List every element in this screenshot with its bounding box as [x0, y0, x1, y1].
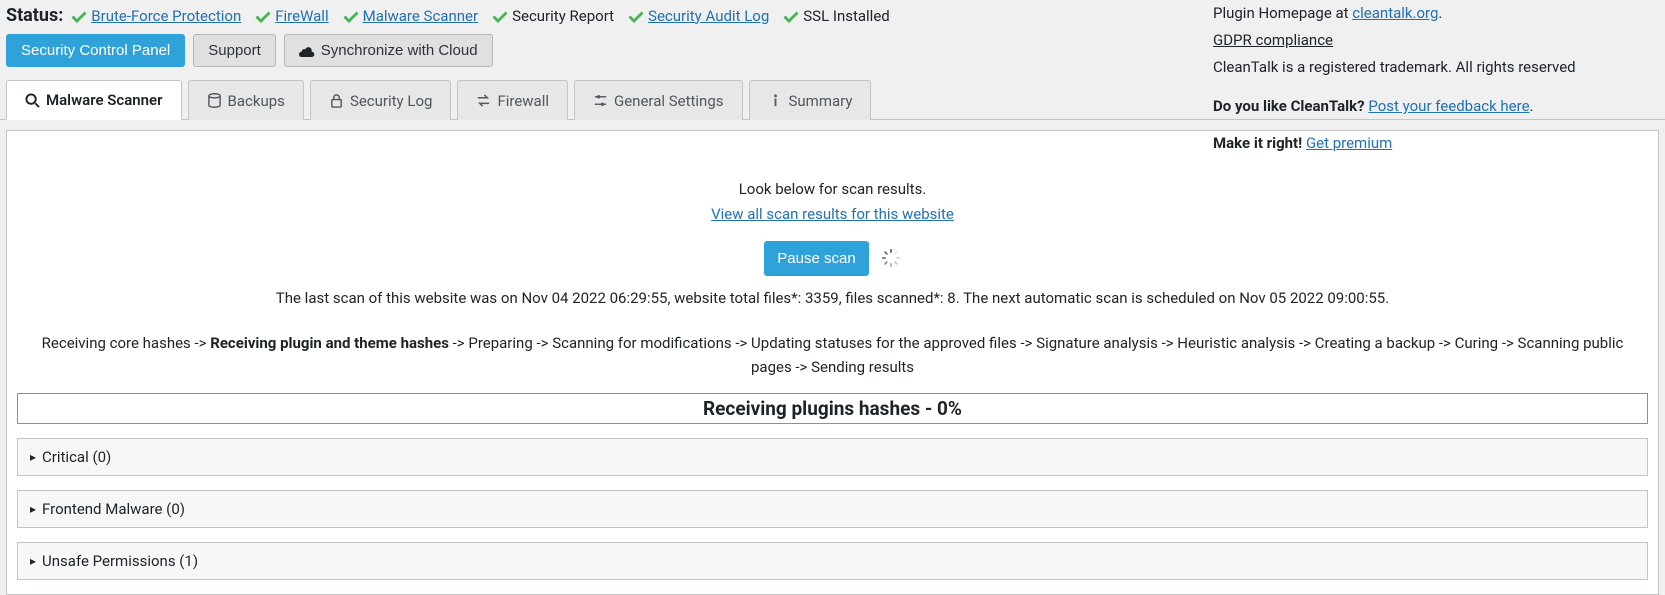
sync-label: Synchronize with Cloud [321, 43, 478, 58]
tab-firewall-label: Firewall [497, 92, 549, 110]
stage-heuristic: Heuristic analysis [1177, 334, 1295, 352]
progress-box: Receiving plugins hashes - 0% [17, 393, 1648, 424]
tab-backups-label: Backups [228, 92, 285, 110]
tab-backups[interactable]: Backups [188, 80, 304, 120]
loading-spinner-icon [881, 248, 901, 268]
tab-general-label: General Settings [614, 92, 724, 110]
status-item-brute-force: Brute-Force Protection [71, 7, 241, 25]
gdpr-link[interactable]: GDPR compliance [1213, 31, 1333, 49]
tab-summary[interactable]: Summary [749, 80, 872, 120]
accordion-critical[interactable]: ▸ Critical (0) [17, 438, 1648, 476]
scan-stages: Receiving core hashes -> Receiving plugi… [17, 332, 1648, 379]
status-link-firewall[interactable]: FireWall [275, 7, 328, 25]
tab-seclog-label: Security Log [350, 92, 433, 110]
stage-preparing: Preparing [468, 334, 532, 352]
check-icon [71, 8, 87, 24]
check-icon [343, 8, 359, 24]
caret-right-icon: ▸ [30, 554, 36, 568]
status-item-malware: Malware Scanner [343, 7, 478, 25]
status-text-report: Security Report [512, 7, 614, 25]
tab-scanner-label: Malware Scanner [46, 91, 163, 109]
stage-updating-statuses: Updating statuses for the approved files [751, 334, 1017, 352]
support-button[interactable]: Support [193, 34, 276, 67]
plugin-homepage-link[interactable]: cleantalk.org [1352, 4, 1438, 22]
feedback-link[interactable]: Post your feedback here [1368, 97, 1529, 115]
cloud-icon [299, 45, 315, 57]
status-item-report: Security Report [492, 7, 614, 25]
tab-general-settings[interactable]: General Settings [574, 80, 743, 120]
database-icon [207, 93, 222, 108]
info-icon [768, 93, 783, 108]
control-panel-button[interactable]: Security Control Panel [6, 34, 185, 67]
progress-text: Receiving plugins hashes - 0% [703, 397, 962, 420]
last-scan-text: The last scan of this website was on Nov… [17, 286, 1648, 311]
premium-prefix: Make it right! [1213, 134, 1306, 152]
sliders-icon [593, 93, 608, 108]
pause-scan-label: Pause scan [777, 250, 855, 267]
tab-firewall[interactable]: Firewall [457, 80, 568, 120]
like-prefix: Do you like CleanTalk? [1213, 97, 1368, 115]
stage-scanning-mods: Scanning for modifications [552, 334, 731, 352]
caret-right-icon: ▸ [30, 450, 36, 464]
status-item-audit: Security Audit Log [628, 7, 769, 25]
tab-summary-label: Summary [789, 92, 853, 110]
view-all-results-link[interactable]: View all scan results for this website [711, 205, 954, 223]
look-below-text: Look below for scan results. [17, 177, 1648, 202]
sync-button[interactable]: Synchronize with Cloud [284, 34, 493, 67]
tab-scanner[interactable]: Malware Scanner [6, 80, 182, 120]
tab-security-log[interactable]: Security Log [310, 80, 452, 120]
status-text-ssl: SSL Installed [803, 7, 890, 25]
trademark-text: CleanTalk is a registered trademark. All… [1213, 54, 1665, 81]
status-label: Status: [6, 5, 63, 26]
stage-curing: Curing [1455, 334, 1498, 352]
status-item-ssl: SSL Installed [783, 7, 890, 25]
check-icon [255, 8, 271, 24]
stage-core-hashes: Receiving core hashes [42, 334, 191, 352]
check-icon [492, 8, 508, 24]
support-label: Support [208, 43, 261, 58]
status-link-brute-force[interactable]: Brute-Force Protection [91, 7, 241, 25]
stage-plugin-theme-hashes: Receiving plugin and theme hashes [210, 334, 449, 352]
get-premium-link[interactable]: Get premium [1306, 134, 1392, 152]
control-panel-label: Security Control Panel [21, 43, 170, 58]
accordion-critical-label: Critical (0) [42, 448, 111, 466]
lock-icon [329, 93, 344, 108]
accordion-unsafe-permissions[interactable]: ▸ Unsafe Permissions (1) [17, 542, 1648, 580]
status-item-firewall: FireWall [255, 7, 328, 25]
accordion-frontend-malware[interactable]: ▸ Frontend Malware (0) [17, 490, 1648, 528]
accordion-unsafe-label: Unsafe Permissions (1) [42, 552, 198, 570]
pause-scan-button[interactable]: Pause scan [764, 241, 868, 276]
caret-right-icon: ▸ [30, 502, 36, 516]
stage-signature: Signature analysis [1036, 334, 1158, 352]
plugin-homepage-prefix: Plugin Homepage at [1213, 4, 1352, 22]
stage-backup: Creating a backup [1315, 334, 1435, 352]
sidebar-info: Plugin Homepage at cleantalk.org. GDPR c… [1205, 0, 1665, 157]
swap-icon [476, 93, 491, 108]
accordion-frontend-label: Frontend Malware (0) [42, 500, 185, 518]
scanner-panel: Look below for scan results. View all sc… [6, 130, 1659, 595]
check-icon [628, 8, 644, 24]
status-link-malware[interactable]: Malware Scanner [363, 7, 478, 25]
status-link-audit[interactable]: Security Audit Log [648, 7, 769, 25]
stage-sending: Sending results [811, 358, 914, 376]
check-icon [783, 8, 799, 24]
search-icon [25, 93, 40, 108]
